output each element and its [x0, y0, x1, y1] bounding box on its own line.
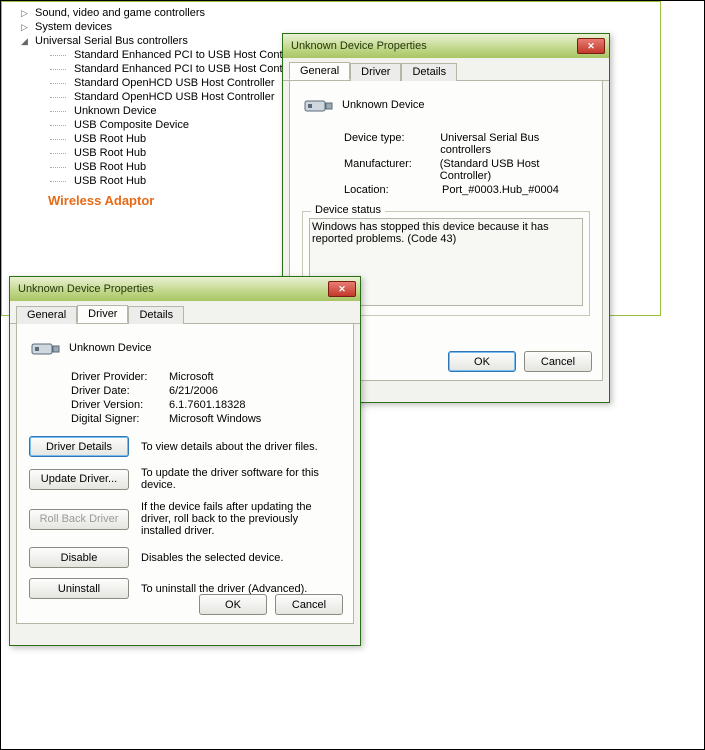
label: Driver Version:	[71, 399, 161, 411]
tree-label: System devices	[33, 20, 114, 34]
tree-node[interactable]: ▷ System devices	[20, 20, 656, 34]
properties-dialog-driver: Unknown Device Properties ✕ General Driv…	[9, 276, 361, 646]
tree-line	[50, 69, 66, 70]
update-driver-button[interactable]: Update Driver...	[29, 469, 129, 490]
desc: To uninstall the driver (Advanced).	[141, 583, 341, 595]
tree-line	[50, 153, 66, 154]
tree-label: Unknown Device	[72, 104, 159, 118]
tree-label: Standard Enhanced PCI to USB Host Contro…	[72, 48, 309, 62]
tree-label: USB Composite Device	[72, 118, 191, 132]
rollback-driver-button: Roll Back Driver	[29, 509, 129, 530]
close-button[interactable]: ✕	[328, 281, 356, 297]
collapse-icon[interactable]: ◢	[20, 37, 29, 46]
device-name: Unknown Device	[342, 99, 425, 111]
tree-label: Standard OpenHCD USB Host Controller	[72, 76, 277, 90]
desc: If the device fails after updating the d…	[141, 501, 341, 537]
label: Device type:	[344, 132, 432, 156]
tree-line	[50, 125, 66, 126]
value: Port_#0003.Hub_#0004	[442, 184, 559, 196]
tab-driver[interactable]: Driver	[77, 305, 128, 323]
tree-label: Standard OpenHCD USB Host Controller	[72, 90, 277, 104]
tab-driver[interactable]: Driver	[350, 63, 401, 81]
tree-label: Standard Enhanced PCI to USB Host Contro…	[72, 62, 309, 76]
tab-details[interactable]: Details	[128, 306, 184, 324]
label: Driver Date:	[71, 385, 161, 397]
tab-details[interactable]: Details	[401, 63, 457, 81]
tab-general[interactable]: General	[16, 306, 77, 324]
value: (Standard USB Host Controller)	[440, 158, 590, 182]
expander-icon[interactable]: ▷	[20, 9, 29, 18]
tree-line	[50, 55, 66, 56]
device-name: Unknown Device	[69, 342, 152, 354]
cancel-button[interactable]: Cancel	[524, 351, 592, 372]
tree-line	[50, 111, 66, 112]
label: Driver Provider:	[71, 371, 161, 383]
tree-line	[50, 83, 66, 84]
device-large-icon	[302, 93, 334, 117]
value: Microsoft	[169, 371, 214, 383]
value: Microsoft Windows	[169, 413, 261, 425]
tab-strip: General Driver Details	[283, 58, 609, 81]
tab-body-driver: Unknown Device Driver Provider: Microsoft…	[16, 324, 354, 624]
disable-button[interactable]: Disable	[29, 547, 129, 568]
cancel-button[interactable]: Cancel	[275, 594, 343, 615]
ok-button[interactable]: OK	[199, 594, 267, 615]
titlebar[interactable]: Unknown Device Properties ✕	[10, 277, 360, 301]
device-large-icon	[29, 336, 61, 360]
tree-line	[50, 167, 66, 168]
tree-line	[50, 97, 66, 98]
close-button[interactable]: ✕	[577, 38, 605, 54]
window-title: Unknown Device Properties	[18, 283, 154, 295]
tree-label: Universal Serial Bus controllers	[33, 34, 190, 48]
desc: To view details about the driver files.	[141, 441, 341, 453]
desc: Disables the selected device.	[141, 552, 341, 564]
tree-label: USB Root Hub	[72, 146, 148, 160]
desc: To update the driver software for this d…	[141, 467, 341, 491]
label: Digital Signer:	[71, 413, 161, 425]
tab-general[interactable]: General	[289, 62, 350, 80]
tree-label: USB Root Hub	[72, 160, 148, 174]
label: Manufacturer:	[344, 158, 432, 182]
tree-line	[50, 139, 66, 140]
titlebar[interactable]: Unknown Device Properties ✕	[283, 34, 609, 58]
tree-line	[50, 181, 66, 182]
device-status-legend: Device status	[311, 204, 385, 216]
expander-icon[interactable]: ▷	[20, 23, 29, 32]
value: Universal Serial Bus controllers	[440, 132, 590, 156]
tree-label: USB Root Hub	[72, 132, 148, 146]
value: 6/21/2006	[169, 385, 218, 397]
tree-label: Sound, video and game controllers	[33, 6, 207, 20]
value: 6.1.7601.18328	[169, 399, 245, 411]
tab-strip: General Driver Details	[10, 301, 360, 324]
tree-label: USB Root Hub	[72, 174, 148, 188]
driver-details-button[interactable]: Driver Details	[29, 436, 129, 457]
label: Location:	[344, 184, 434, 196]
window-title: Unknown Device Properties	[291, 40, 427, 52]
ok-button[interactable]: OK	[448, 351, 516, 372]
tree-node[interactable]: ▷ Sound, video and game controllers	[20, 6, 656, 20]
